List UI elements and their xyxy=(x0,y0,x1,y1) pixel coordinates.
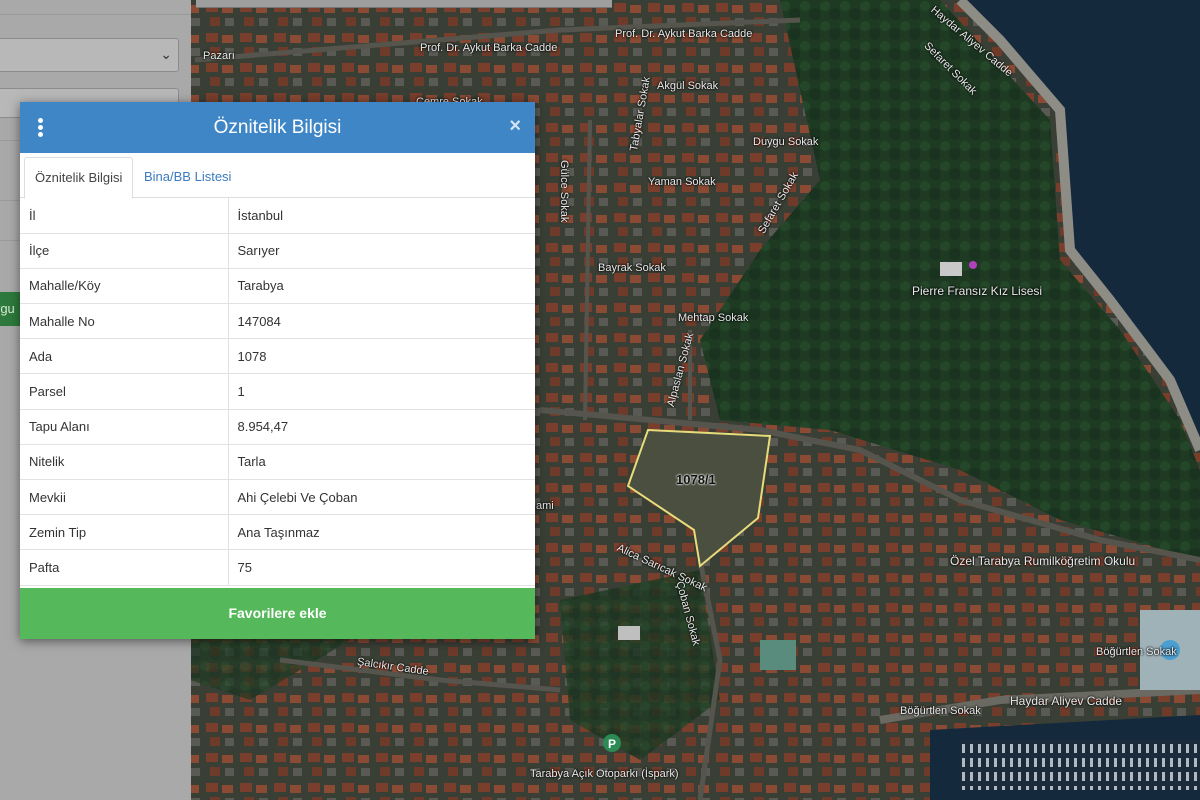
tab-building-list[interactable]: Bina/BB Listesi xyxy=(134,157,241,199)
dialog-title: Öznitelik Bilgisi xyxy=(213,117,342,138)
street-label: ami xyxy=(536,500,554,512)
table-row: Mahalle No 147084 xyxy=(20,303,535,340)
side-panel-select[interactable]: ⌄ xyxy=(0,38,179,72)
attribute-key: Tapu Alanı xyxy=(20,409,229,445)
street-label: Bayrak Sokak xyxy=(598,262,666,274)
attribute-key: İl xyxy=(20,198,229,234)
parking-icon[interactable]: P xyxy=(603,734,621,752)
table-row: İl İstanbul xyxy=(20,198,535,234)
add-to-favorites-button[interactable]: Favorilere ekle xyxy=(20,588,535,639)
attribute-key: İlçe xyxy=(20,233,229,269)
street-label: Haydar Aliyev Cadde xyxy=(1010,694,1123,708)
tab-attribute-info[interactable]: Öznitelik Bilgisi xyxy=(24,157,134,199)
attribute-value: 8.954,47 xyxy=(228,409,535,445)
attribute-key: Parsel xyxy=(20,373,229,410)
parcel-label: 1078/1 xyxy=(676,472,716,487)
street-label: Böğürtlen Sokak xyxy=(900,705,981,717)
street-label: Mehtap Sokak xyxy=(678,312,749,324)
attribute-key: Mahalle/Köy xyxy=(20,268,229,305)
attribute-value: İstanbul xyxy=(228,198,535,234)
attribute-key: Zemin Tip xyxy=(20,514,229,551)
attribute-value: 1078 xyxy=(228,338,535,375)
attribute-key: Nitelik xyxy=(20,444,229,481)
close-icon[interactable]: × xyxy=(509,115,521,138)
dialog-header[interactable]: Öznitelik Bilgisi × xyxy=(20,102,535,153)
attribute-value: 75 xyxy=(228,549,535,586)
street-label: Akgül Sokak xyxy=(657,80,719,92)
attribute-value: Tarla xyxy=(228,444,535,481)
attribute-value: Tarabya xyxy=(228,268,535,305)
table-row: Zemin Tip Ana Taşınmaz xyxy=(20,514,535,551)
table-row: Ada 1078 xyxy=(20,338,535,375)
street-label: Yaman Sokak xyxy=(648,176,716,188)
attribute-table: İl İstanbul İlçe Sarıyer Mahalle/Köy Tar… xyxy=(20,198,535,586)
attribute-value: 147084 xyxy=(228,303,535,340)
street-label: Pazarı xyxy=(203,50,235,62)
table-row: Tapu Alanı 8.954,47 xyxy=(20,409,535,445)
table-row: Nitelik Tarla xyxy=(20,444,535,481)
street-label: Pierre Fransız Kız Lisesi xyxy=(912,284,1043,298)
street-label: Gülce Sokak xyxy=(558,160,570,223)
attribute-dialog: Öznitelik Bilgisi × Öznitelik Bilgisi Bi… xyxy=(20,102,535,639)
street-label: Özel Tarabya Rumilköğretim Okulu xyxy=(950,554,1136,568)
dialog-tabs: Öznitelik Bilgisi Bina/BB Listesi xyxy=(20,153,535,199)
attribute-value: 1 xyxy=(228,373,535,410)
map-toolbar xyxy=(196,0,612,8)
attribute-key: Mevkii xyxy=(20,479,229,516)
chevron-down-icon: ⌄ xyxy=(160,46,172,62)
divider xyxy=(0,14,191,15)
street-label: Böğürtlen Sokak xyxy=(1096,646,1177,658)
table-row: Mahalle/Köy Tarabya xyxy=(20,268,535,305)
attribute-value: Ana Taşınmaz xyxy=(228,514,535,551)
street-label: Duygu Sokak xyxy=(753,136,819,148)
attribute-key: Mahalle No xyxy=(20,303,229,340)
street-label: Prof. Dr. Aykut Barka Cadde xyxy=(615,28,753,40)
street-label: Tarabya Açık Otoparkı (İspark) xyxy=(530,768,679,780)
table-row: Parsel 1 xyxy=(20,373,535,410)
attribute-value: Sarıyer xyxy=(228,233,535,269)
street-label: Prof. Dr. Aykut Barka Cadde xyxy=(420,42,558,54)
attribute-value: Ahi Çelebi Ve Çoban xyxy=(228,479,535,516)
table-row: Pafta 75 xyxy=(20,549,535,586)
table-row: İlçe Sarıyer xyxy=(20,233,535,269)
query-button[interactable]: rgu xyxy=(0,292,22,326)
table-row: Mevkii Ahi Çelebi Ve Çoban xyxy=(20,479,535,516)
attribute-key: Ada xyxy=(20,338,229,375)
svg-text:P: P xyxy=(608,737,616,751)
attribute-key: Pafta xyxy=(20,549,229,586)
